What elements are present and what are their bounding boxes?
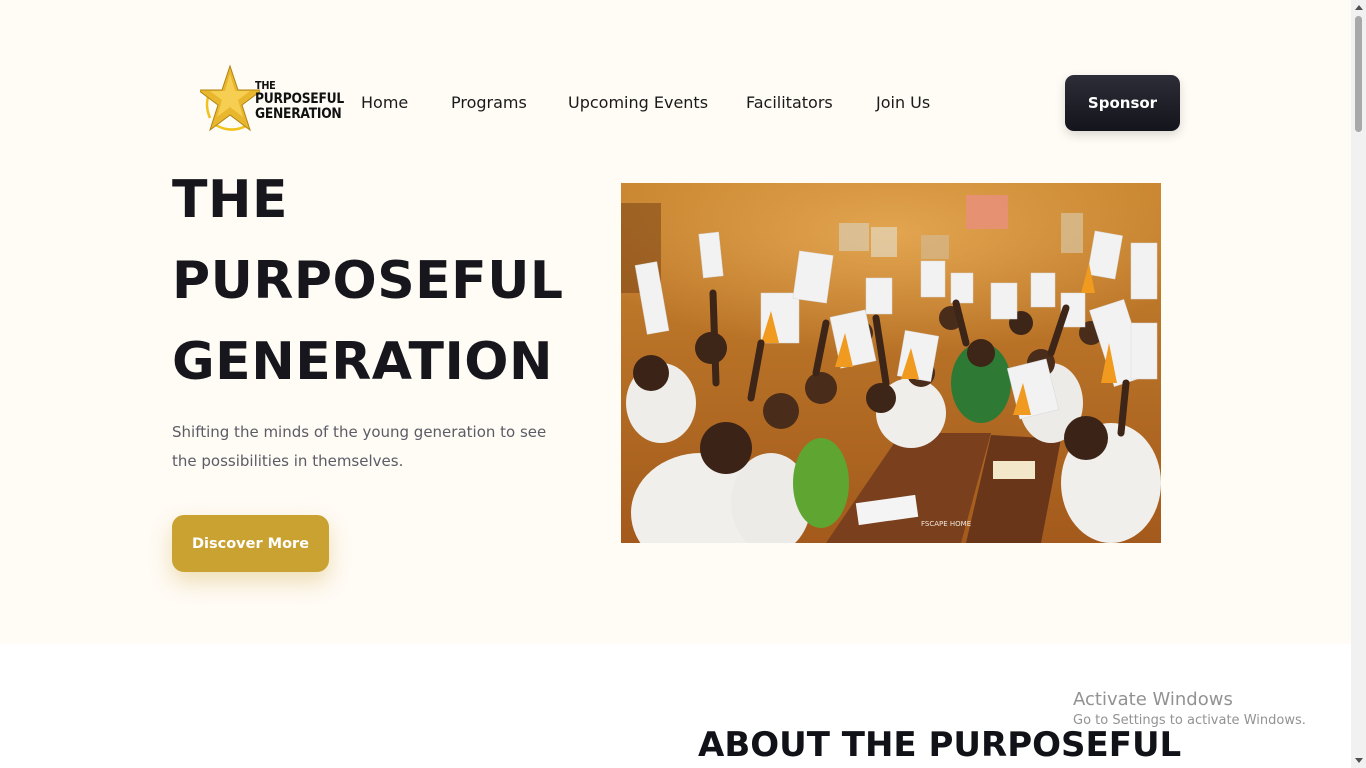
nav-facilitators[interactable]: Facilitators: [746, 93, 833, 112]
hero-title-line: THE: [172, 170, 289, 230]
scrollbar-thumb[interactable]: [1355, 16, 1362, 132]
logo-line: PURPOSEFUL: [255, 91, 344, 107]
windows-activation-notice: Activate Windows Go to Settings to activ…: [1073, 689, 1306, 731]
hero-title: THE PURPOSEFUL GENERATION: [172, 160, 564, 403]
hero-section: THE PURPOSEFUL GENERATION Home Programs …: [0, 0, 1351, 644]
classroom-photo-image: FSCAPE HOME: [621, 183, 1161, 543]
vertical-scrollbar[interactable]: [1351, 0, 1366, 768]
activation-subtitle: Go to Settings to activate Windows.: [1073, 713, 1306, 728]
page: THE PURPOSEFUL GENERATION Home Programs …: [0, 0, 1366, 768]
logo-line: GENERATION: [255, 106, 342, 122]
scroll-up-arrow-icon[interactable]: [1355, 5, 1363, 10]
sponsor-button[interactable]: Sponsor: [1065, 75, 1180, 131]
brand-logo[interactable]: THE PURPOSEFUL GENERATION: [200, 64, 344, 136]
gold-star-icon: [200, 64, 260, 132]
nav-upcoming-events[interactable]: Upcoming Events: [568, 93, 708, 112]
scroll-down-arrow-icon[interactable]: [1355, 758, 1363, 763]
nav-join-us[interactable]: Join Us: [876, 93, 930, 112]
activation-title: Activate Windows: [1073, 689, 1233, 710]
hero-subtitle: Shifting the minds of the young generati…: [172, 423, 547, 470]
hero-photo: FSCAPE HOME: [621, 183, 1161, 543]
logo-wordmark: THE PURPOSEFUL GENERATION: [255, 80, 344, 122]
nav-home[interactable]: Home: [361, 93, 408, 112]
hero-title-line: GENERATION: [172, 332, 554, 392]
nav-programs[interactable]: Programs: [451, 93, 527, 112]
discover-more-button[interactable]: Discover More: [172, 515, 329, 572]
photo-watermark: FSCAPE HOME: [921, 520, 971, 528]
hero-title-line: PURPOSEFUL: [172, 251, 564, 311]
